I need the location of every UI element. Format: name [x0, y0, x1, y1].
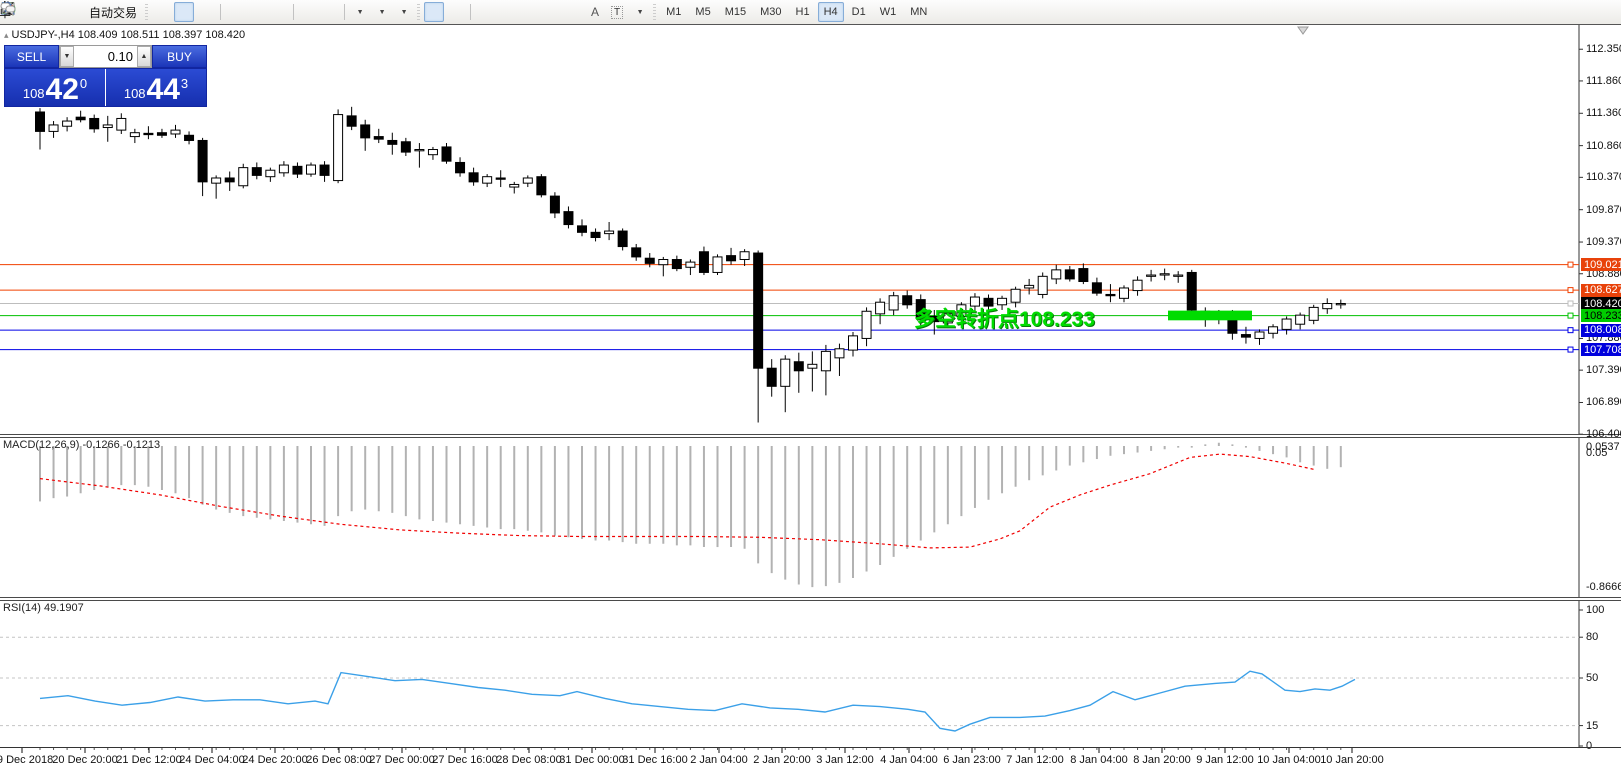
macd-panel-separator[interactable] — [0, 434, 1621, 438]
price-tick-label: 111.860 — [1586, 75, 1621, 87]
time-axis-label: 19 Dec 2018 — [0, 754, 53, 766]
macd-label: MACD(12,26,9) -0.1266 -0.1213 — [3, 439, 160, 451]
mt4-window: 单 自动交易 — [0, 0, 1621, 771]
time-axis-label: 24 Dec 20:00 — [242, 754, 307, 766]
time-axis-label: 7 Jan 12:00 — [1006, 754, 1064, 766]
time-axis-label: 4 Jan 04:00 — [880, 754, 938, 766]
rsi-level-label: 100 — [1586, 604, 1604, 616]
price-tag-107.708: 107.708 — [1581, 343, 1621, 356]
main-price-panel[interactable] — [0, 27, 1579, 423]
price-tag-108.233: 108.233 — [1581, 309, 1621, 322]
time-axis-label: 8 Jan 20:00 — [1133, 754, 1191, 766]
price-tag-108.420: 108.420 — [1581, 297, 1621, 310]
turning-point-rectangle[interactable] — [1168, 311, 1252, 321]
time-axis-label: 27 Dec 16:00 — [432, 754, 497, 766]
macd-panel[interactable] — [40, 443, 1341, 587]
macd-scale-label: -0.8666 — [1586, 581, 1621, 593]
price-tick-label: 112.350 — [1586, 43, 1621, 55]
time-axis-label: 2 Jan 20:00 — [753, 754, 811, 766]
price-tick-label: 106.890 — [1586, 396, 1621, 408]
chart-shift-marker[interactable] — [1298, 27, 1308, 34]
rsi-panel-separator[interactable] — [0, 597, 1621, 601]
price-tick-label: 107.390 — [1586, 364, 1621, 376]
price-tick-label: 110.860 — [1586, 140, 1621, 152]
price-tick-label: 109.870 — [1586, 204, 1621, 216]
price-tick-label: 111.360 — [1586, 107, 1621, 119]
time-axis-label: 8 Jan 04:00 — [1070, 754, 1128, 766]
time-axis-label: 9 Jan 12:00 — [1196, 754, 1254, 766]
time-axis-label: 2 Jan 04:00 — [690, 754, 748, 766]
time-axis-label: 3 Jan 12:00 — [816, 754, 874, 766]
rsi-label: RSI(14) 49.1907 — [3, 602, 84, 614]
time-axis-label: 24 Dec 04:00 — [179, 754, 244, 766]
time-axis-label: 31 Dec 16:00 — [622, 754, 687, 766]
line-handle[interactable] — [1568, 262, 1573, 267]
line-handle[interactable] — [1568, 288, 1573, 293]
time-axis-label: 28 Dec 08:00 — [496, 754, 561, 766]
time-axis-label: 6 Jan 23:00 — [943, 754, 1001, 766]
time-axis[interactable]: 19 Dec 201820 Dec 20:0021 Dec 12:0024 De… — [0, 747, 1621, 771]
time-axis-label: 10 Jan 04:00 — [1257, 754, 1321, 766]
line-handle[interactable] — [1568, 328, 1573, 333]
macd-scale-label: 0.05 — [1586, 447, 1607, 459]
price-tag-108.008: 108.008 — [1581, 324, 1621, 337]
chart-canvas[interactable] — [0, 0, 1621, 771]
time-axis-label: 10 Jan 20:00 — [1320, 754, 1384, 766]
turning-point-annotation[interactable]: 多空转折点108.233 — [914, 303, 1095, 333]
rsi-panel[interactable] — [0, 637, 1579, 731]
time-axis-label: 26 Dec 08:00 — [306, 754, 371, 766]
price-tag-109.021: 109.021 — [1581, 258, 1621, 271]
rsi-level-label: 50 — [1586, 672, 1598, 684]
price-tag-108.627: 108.627 — [1581, 284, 1621, 297]
line-handle[interactable] — [1568, 301, 1573, 306]
rsi-line — [40, 671, 1355, 731]
price-tick-label: 109.370 — [1586, 236, 1621, 248]
price-tick-label: 110.370 — [1586, 171, 1621, 183]
price-tick-label: 106.400 — [1586, 428, 1621, 440]
time-axis-label: 20 Dec 20:00 — [52, 754, 117, 766]
time-axis-label: 31 Dec 00:00 — [559, 754, 624, 766]
rsi-level-label: 80 — [1586, 631, 1598, 643]
time-axis-label: 27 Dec 00:00 — [369, 754, 434, 766]
time-axis-label: 21 Dec 12:00 — [116, 754, 181, 766]
line-handle[interactable] — [1568, 313, 1573, 318]
line-handle[interactable] — [1568, 347, 1573, 352]
rsi-level-label: 15 — [1586, 720, 1598, 732]
